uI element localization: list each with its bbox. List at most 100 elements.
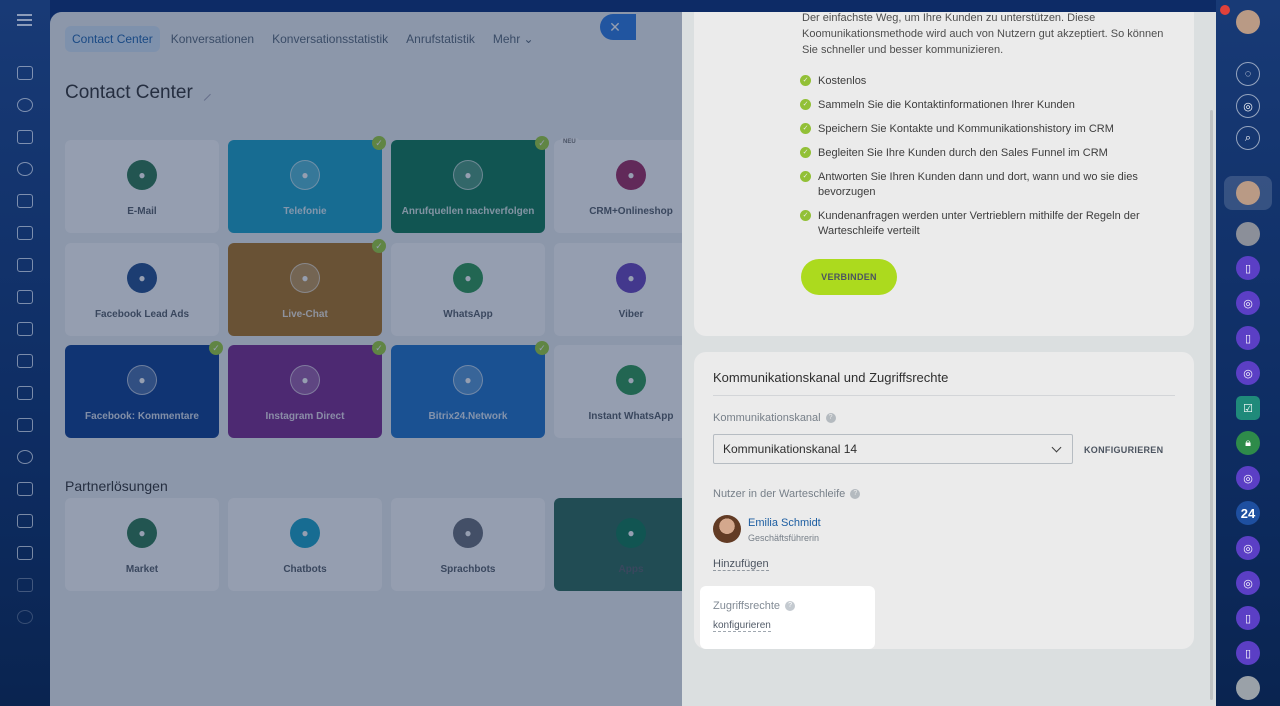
partner-icon: ● <box>616 518 646 548</box>
channel-chat-icon[interactable]: ◎ <box>1236 291 1260 315</box>
channel-tile[interactable]: ● Bitrix24.Network ✓ <box>391 341 549 438</box>
avatar[interactable] <box>1236 10 1260 34</box>
edit-title-icon[interactable] <box>198 88 211 101</box>
partner-tile[interactable]: ● Sprachbots <box>391 498 545 591</box>
analytics-icon[interactable] <box>17 354 33 368</box>
calendar-icon[interactable] <box>17 290 33 304</box>
channel-field-label: Kommunikationskanal? <box>713 412 836 424</box>
user-avatar[interactable] <box>1236 676 1260 700</box>
channel-icon: ● <box>453 160 483 190</box>
settings-icon[interactable] <box>17 610 33 624</box>
automation-icon[interactable] <box>17 450 33 464</box>
tab-more[interactable]: Mehr ⌄ <box>486 26 541 52</box>
partner-tile[interactable]: ● Market <box>65 498 219 591</box>
task-chat-icon[interactable]: ☑ <box>1236 396 1260 420</box>
channel-tile[interactable]: ● Live-Chat ✓ <box>228 239 386 336</box>
shop-icon[interactable] <box>17 386 33 400</box>
channel-icon: ● <box>453 263 483 293</box>
channel-tile-label: Facebook Lead Ads <box>94 309 190 320</box>
inventory-icon[interactable] <box>17 514 33 528</box>
channel-chat-icon[interactable]: ◎ <box>1236 536 1260 560</box>
channel-icon: ● <box>127 263 157 293</box>
channel-tile[interactable]: ● WhatsApp <box>391 243 545 336</box>
channel-tile[interactable]: ● Telefonie ✓ <box>228 136 386 233</box>
access-rights-box: Zugriffsrechte? konfigurieren <box>700 586 875 649</box>
top-tabs: Contact Center Konversationen Konversati… <box>65 26 541 52</box>
channel-chat-icon[interactable]: ◎ <box>1236 571 1260 595</box>
channel-select[interactable]: Kommunikationskanal 14 <box>713 434 1073 464</box>
checklist-icon[interactable] <box>17 322 33 336</box>
filter-icon[interactable] <box>17 418 33 432</box>
tab-contact-center[interactable]: Contact Center <box>65 26 160 52</box>
channel-tile-label: WhatsApp <box>443 309 493 320</box>
bell-icon[interactable]: ◌ <box>1236 62 1260 86</box>
notification-badge <box>1220 5 1230 15</box>
viber-chat-icon[interactable]: ▯ <box>1236 256 1260 280</box>
sign-icon[interactable] <box>17 482 33 496</box>
viber-chat-icon[interactable]: ▯ <box>1236 641 1260 665</box>
menu-icon[interactable] <box>17 14 32 26</box>
viber-chat-icon[interactable]: ▯ <box>1236 326 1260 350</box>
contacts-icon[interactable] <box>17 162 33 176</box>
partner-tile[interactable]: ● Chatbots <box>228 498 382 591</box>
tasks-icon[interactable] <box>17 130 33 144</box>
close-icon: ✕ <box>609 18 621 35</box>
help-icon[interactable]: ? <box>785 601 796 612</box>
close-slider-button[interactable]: ✕ <box>600 14 636 40</box>
connect-button[interactable]: VERBINDEN <box>801 259 897 295</box>
viber-chat-icon[interactable]: ▯ <box>1236 606 1260 630</box>
bitrix24-icon[interactable]: 24 <box>1236 501 1260 525</box>
feature-list: ✓ Kostenlos ✓ Sammeln Sie die Kontaktinfor… <box>800 74 1160 248</box>
channel-chat-icon[interactable]: ◎ <box>1236 466 1260 490</box>
channel-tile[interactable]: ● Facebook Lead Ads <box>65 243 219 336</box>
channel-tile-label: Telefonie <box>283 206 327 217</box>
channel-tile[interactable]: ● Facebook: Kommentare ✓ <box>65 341 223 438</box>
home-icon[interactable] <box>17 66 33 80</box>
tab-conversations[interactable]: Konversationen <box>164 26 261 52</box>
channel-tile[interactable]: ● Anrufquellen nachverfolgen ✓ <box>391 136 549 233</box>
partner-tile-label: Chatbots <box>283 564 327 575</box>
list-item: ✓ Kundenanfragen werden unter Vertriebler… <box>800 209 1160 239</box>
lock-chat-icon[interactable]: 🔒︎ <box>1236 431 1260 455</box>
channel-icon: ● <box>616 263 646 293</box>
connected-check-icon: ✓ <box>535 341 549 355</box>
copilot-icon[interactable]: ◎ <box>1236 94 1260 118</box>
partner-tile-label: Sprachbots <box>440 564 496 575</box>
network-icon[interactable] <box>17 578 33 592</box>
configure-access-link[interactable]: konfigurieren <box>713 620 771 632</box>
channel-tile-label: E-Mail <box>127 206 157 217</box>
user-name[interactable]: Emilia Schmidt <box>748 517 821 529</box>
sites-icon[interactable] <box>17 258 33 272</box>
gallery-icon[interactable] <box>17 546 33 560</box>
partner-icon: ● <box>453 518 483 548</box>
drive-icon[interactable] <box>17 226 33 240</box>
channel-info-card: Der einfachste Weg, um Ihre Kunden zu un… <box>694 12 1194 336</box>
access-rights-label: Zugriffsrechte? <box>713 600 796 612</box>
feature-text: Speichern Sie Kontakte und Kommunikation… <box>818 123 1114 135</box>
channel-tile[interactable]: ● E-Mail <box>65 140 219 233</box>
channel-tile-label: Live-Chat <box>282 309 328 320</box>
channel-chat-icon[interactable]: ◎ <box>1236 361 1260 385</box>
configure-channel-button[interactable]: KONFIGURIEREN <box>1084 445 1163 455</box>
tab-call-stats[interactable]: Anrufstatistik <box>399 26 482 52</box>
tab-conversation-stats[interactable]: Konversationsstatistik <box>265 26 395 52</box>
search-icon[interactable]: ⌕ <box>1236 126 1260 150</box>
channel-icon: ● <box>127 365 157 395</box>
connected-check-icon: ✓ <box>209 341 223 355</box>
partner-tile-label: Market <box>125 564 159 575</box>
channel-icon: ● <box>290 365 320 395</box>
connected-check-icon: ✓ <box>372 341 386 355</box>
queue-field-label: Nutzer in der Warteschleife? <box>713 488 861 500</box>
scrollbar[interactable] <box>1210 110 1213 700</box>
channel-tile[interactable]: ● Instagram Direct ✓ <box>228 341 386 438</box>
check-icon: ✓ <box>800 171 811 182</box>
help-icon[interactable]: ? <box>850 489 861 500</box>
group-avatar[interactable] <box>1236 222 1260 246</box>
add-user-link[interactable]: Hinzufügen <box>713 558 769 571</box>
help-icon[interactable]: ? <box>825 413 836 424</box>
channel-icon: ● <box>616 160 646 190</box>
channel-tile-label: Facebook: Kommentare <box>85 411 199 422</box>
feed-icon[interactable] <box>17 98 33 112</box>
chat-avatar[interactable] <box>1236 181 1260 205</box>
documents-icon[interactable] <box>17 194 33 208</box>
